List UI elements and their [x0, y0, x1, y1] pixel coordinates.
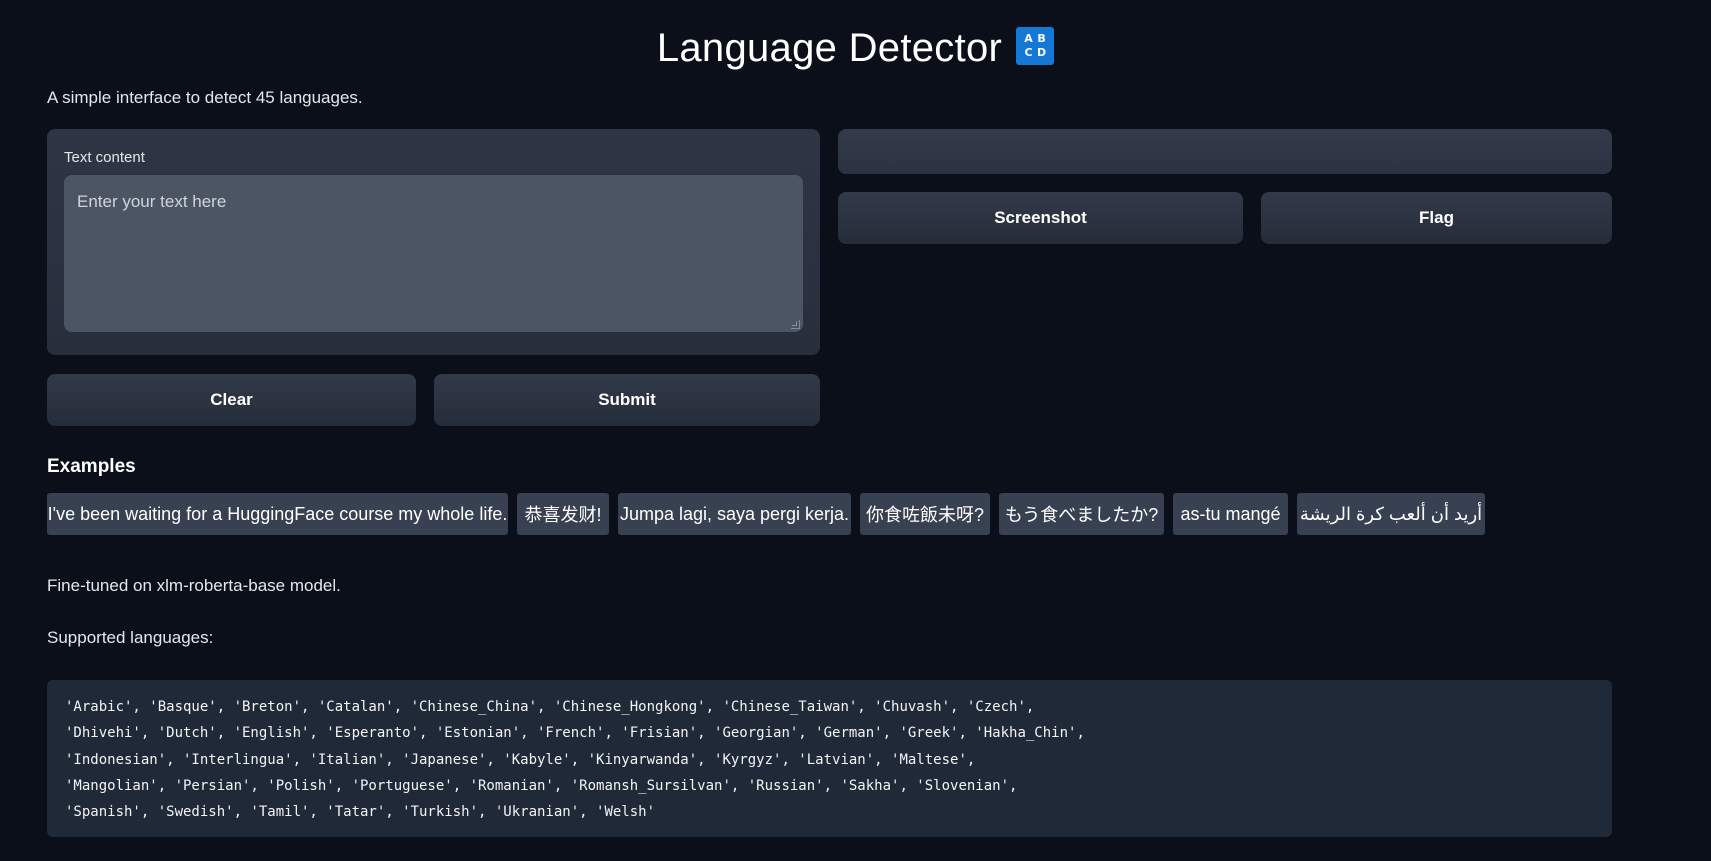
icon-letter: A — [1024, 32, 1034, 46]
icon-letter: B — [1037, 32, 1047, 46]
languages-line: 'Mangolian', 'Persian', 'Polish', 'Portu… — [65, 777, 1018, 794]
example-item-cantonese[interactable]: 你食咗飯未呀? — [860, 493, 990, 535]
abcd-input-symbol-icon: ABCD — [1016, 27, 1055, 66]
screenshot-button[interactable]: Screenshot — [838, 192, 1243, 244]
output-label-box — [838, 129, 1612, 174]
icon-letter: D — [1036, 46, 1047, 60]
clear-button[interactable]: Clear — [47, 374, 416, 426]
text-input-panel: Text content Enter your text here — [47, 129, 820, 355]
app-root: Language Detector A B C D A simple interface… — [0, 0, 1711, 861]
resize-handle-icon[interactable] — [791, 320, 800, 329]
icon-letter: C — [1024, 46, 1033, 60]
flag-button[interactable]: Flag — [1261, 192, 1612, 244]
example-item-japanese[interactable]: もう食べましたか? — [999, 493, 1164, 535]
text-content-label: Text content — [64, 149, 145, 166]
languages-line: 'Dhivehi', 'Dutch', 'English', 'Esperant… — [65, 725, 1085, 742]
example-item-chinese-simplified[interactable]: 恭喜发财! — [517, 493, 609, 535]
title-text: Language Detector — [656, 26, 1003, 70]
model-note: Fine-tuned on xlm-roberta-base model. — [47, 576, 341, 595]
text-content-textarea[interactable]: Enter your text here — [64, 175, 803, 332]
languages-line: 'Spanish', 'Swedish', 'Tamil', 'Tatar', … — [65, 804, 656, 821]
example-item-french[interactable]: as-tu mangé — [1173, 493, 1288, 535]
languages-line: 'Indonesian', 'Interlingua', 'Italian', … — [65, 751, 976, 768]
textarea-placeholder: Enter your text here — [77, 192, 227, 211]
supported-languages-code-block: 'Arabic', 'Basque', 'Breton', 'Catalan',… — [47, 680, 1612, 837]
page-title: Language Detector A B C D — [0, 22, 1711, 74]
languages-line: 'Arabic', 'Basque', 'Breton', 'Catalan',… — [65, 699, 1035, 715]
example-item-indonesian[interactable]: Jumpa lagi, saya pergi kerja. — [618, 493, 851, 535]
supported-languages-heading: Supported languages: — [47, 628, 214, 647]
example-item-arabic[interactable]: أريد أن ألعب كرة الريشة — [1297, 493, 1485, 535]
example-item-english[interactable]: I've been waiting for a HuggingFace cour… — [47, 493, 508, 535]
examples-heading: Examples — [47, 456, 136, 477]
app-description: A simple interface to detect 45 language… — [47, 88, 363, 107]
submit-button[interactable]: Submit — [434, 374, 820, 426]
